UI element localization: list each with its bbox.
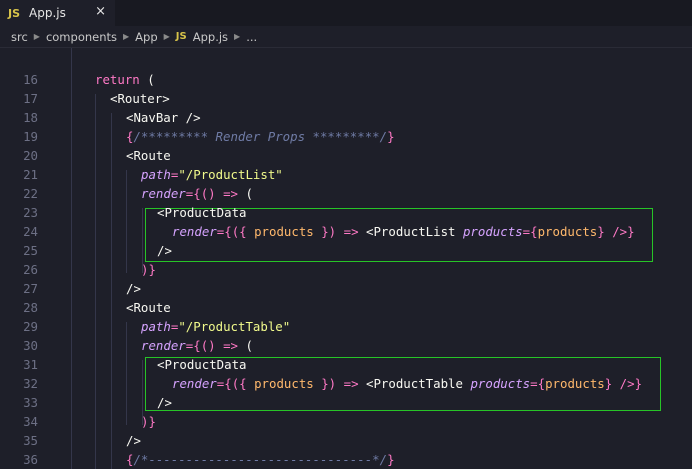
tab-app-js[interactable]: JS App.js × — [0, 0, 115, 26]
code-text: {({ — [224, 376, 255, 391]
close-icon[interactable]: × — [95, 4, 106, 19]
string-literal: "/ProductTable" — [178, 319, 291, 334]
code-text: ( — [238, 186, 253, 201]
code-line: 21 <Route — [0, 146, 692, 182]
jsx-attribute: render — [172, 376, 217, 391]
code-text: ( — [238, 338, 253, 353]
code-line: 28 /> — [0, 279, 692, 315]
jsx-tag: /> — [126, 281, 141, 296]
code-line: 33 render={({ products }) => <ProductTab… — [0, 374, 692, 410]
breadcrumb-item-more[interactable]: ... — [246, 30, 257, 44]
comment: /********* Render Props *********/ — [133, 129, 388, 144]
jsx-attribute: products — [470, 376, 531, 391]
code-text: )} — [141, 414, 156, 429]
jsx-tag: <NavBar /> — [126, 110, 201, 125]
operator: = — [530, 376, 538, 391]
chevron-right-icon: ▶ — [33, 32, 40, 41]
code-line: 35 )} — [0, 412, 692, 448]
code-line: 20 {/********* Render Props *********/} — [0, 127, 692, 163]
parameter: products — [254, 224, 314, 239]
jsx-tag: /> — [126, 433, 141, 448]
jsx-attribute: products — [462, 224, 523, 239]
brace: { — [537, 376, 546, 391]
jsx-tag: <Router> — [110, 91, 170, 106]
jsx-tag: <Route — [126, 300, 171, 315]
javascript-file-icon: JS — [175, 31, 187, 42]
jsx-attribute: path — [141, 167, 171, 182]
operator: = — [522, 224, 531, 239]
code-text: }) — [313, 224, 344, 239]
code-line: 37 {/*------------------------------*/} — [0, 450, 692, 469]
code-line: 27 )} — [0, 260, 692, 296]
code-text: ( — [139, 72, 155, 87]
arrow-operator: => — [223, 186, 238, 201]
code-line: 36 /> — [0, 431, 692, 467]
code-text: {() — [193, 338, 224, 353]
code-text: )} — [141, 262, 156, 277]
code-line: 23 render={() => ( — [0, 184, 692, 220]
brace: } — [387, 452, 395, 467]
breadcrumb-item-file[interactable]: App.js — [193, 30, 228, 44]
arrow-operator: => — [223, 338, 238, 353]
breadcrumb-item-app[interactable]: App — [135, 30, 157, 44]
code-line: 16 — [0, 51, 692, 87]
jsx-attribute: render — [141, 338, 186, 353]
chevron-right-icon: ▶ — [163, 32, 170, 41]
code-text: } />} — [604, 376, 643, 391]
code-line: 19 <NavBar /> — [0, 108, 692, 144]
tab-bar: JS App.js × — [0, 0, 692, 26]
jsx-tag: <ProductData — [157, 205, 247, 220]
brace: { — [530, 224, 538, 239]
jsx-tag: <Route — [126, 148, 171, 163]
code-line: 22 path="/ProductList" — [0, 165, 692, 201]
code-line: 25 render={({ products }) => <ProductLis… — [0, 222, 692, 258]
parameter: products — [545, 376, 605, 391]
jsx-tag: <ProductList — [358, 224, 463, 239]
brace: } — [387, 129, 395, 144]
code-text: {() — [193, 186, 224, 201]
chevron-right-icon: ▶ — [123, 32, 130, 41]
tab-label: App.js — [29, 6, 66, 20]
parameter: products — [537, 224, 598, 239]
code-text: } />} — [597, 224, 635, 239]
string-literal: "/ProductList" — [178, 167, 283, 182]
jsx-tag: <ProductData — [157, 357, 247, 372]
code-line: 32 <ProductData — [0, 355, 692, 391]
jsx-attribute: render — [172, 224, 217, 239]
jsx-attribute: path — [141, 319, 171, 334]
chevron-right-icon: ▶ — [234, 32, 241, 41]
jsx-tag: /> — [157, 243, 172, 258]
breadcrumb: src ▶ components ▶ App ▶ JS App.js ▶ ... — [0, 26, 692, 48]
keyword: return — [95, 72, 140, 87]
javascript-file-icon: JS — [8, 6, 21, 20]
code-line: 29 <Route — [0, 298, 692, 334]
parameter: products — [254, 376, 314, 391]
code-line: 30 path="/ProductTable" — [0, 317, 692, 353]
code-line: 26 /> — [0, 241, 692, 277]
comment: /*------------------------------*/ — [133, 452, 388, 467]
code-editor[interactable]: 16 17 return ( 18 <Router> 19 <NavBar />… — [0, 48, 692, 469]
code-line: 18 <Router> — [0, 89, 692, 125]
jsx-tag: <ProductTable — [358, 376, 471, 391]
jsx-tag: /> — [157, 395, 172, 410]
code-text: }) — [313, 376, 344, 391]
breadcrumb-item-components[interactable]: components — [46, 30, 117, 44]
jsx-attribute: render — [141, 186, 186, 201]
arrow-operator: => — [343, 224, 359, 239]
code-line: 34 /> — [0, 393, 692, 429]
code-line: 17 return ( — [0, 70, 692, 106]
arrow-operator: => — [343, 376, 359, 391]
code-line: 24 <ProductData — [0, 203, 692, 239]
code-text: {({ — [224, 224, 255, 239]
breadcrumb-item-src[interactable]: src — [11, 30, 28, 44]
code-line: 31 render={() => ( — [0, 336, 692, 372]
